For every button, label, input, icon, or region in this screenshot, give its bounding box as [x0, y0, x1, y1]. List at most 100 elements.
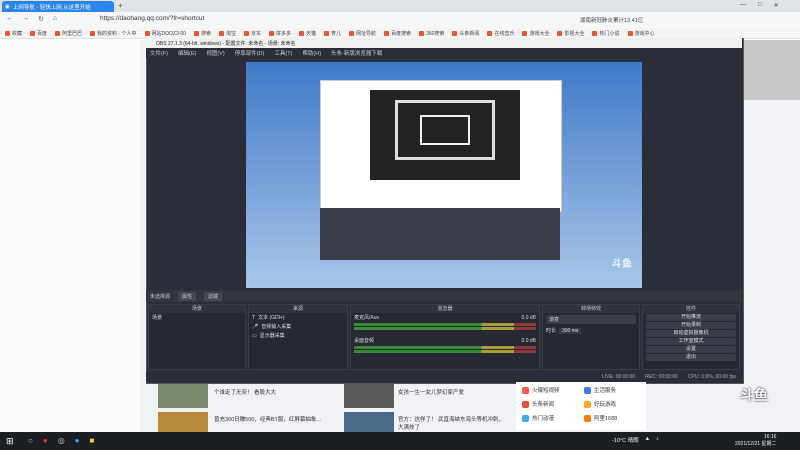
app-icon[interactable]: ● — [75, 436, 80, 445]
properties-button[interactable]: 属性 — [178, 291, 197, 301]
virtual-camera-button[interactable]: 启动虚拟摄像机 — [646, 330, 736, 337]
duration-input[interactable]: 300 ms — [559, 327, 582, 334]
obs-menu-item[interactable]: 文件(F) — [150, 49, 168, 57]
news-headline[interactable]: 个谁走了无奈！ 看股大大 — [214, 388, 334, 396]
filters-button[interactable]: 滤镜 — [204, 291, 223, 301]
obs-menu-item[interactable]: 头条·新版浏览器下载 — [331, 49, 382, 57]
bookmark-item[interactable]: 网址导航 — [349, 30, 376, 37]
bookmark-item[interactable]: 百度搜索 — [384, 30, 411, 37]
system-clock[interactable]: 16:16 2021/12/21 星期二 — [735, 434, 776, 447]
cpu-fps: CPU: 0.9%, 60.00 fps — [687, 373, 736, 380]
obs-menu-item[interactable]: 停靠部件(D) — [235, 49, 265, 57]
scenes-dock: 场景 场景 — [148, 304, 246, 370]
bookmark-item[interactable]: 淘宝 — [218, 30, 236, 37]
settings-button[interactable]: 设置 — [646, 346, 736, 353]
minimize-icon[interactable]: — — [740, 2, 746, 9]
home-icon[interactable]: ⌂ — [53, 15, 57, 23]
bookmark-item[interactable]: 在线音乐 — [487, 30, 514, 37]
news-headline[interactable]: 曾充300日赚500，经典BT服，红屏幕抽象... — [214, 415, 334, 423]
controls-dock-title: 控件 — [643, 305, 739, 313]
scene-item[interactable]: 场景 — [149, 313, 245, 322]
bookmark-item[interactable]: 热门小说 — [592, 30, 620, 37]
service-link[interactable]: 热门动漫 — [522, 414, 554, 422]
service-link[interactable]: 头条新闻 — [522, 400, 554, 408]
service-label: 好玩游戏 — [594, 402, 617, 408]
obs-menu-item[interactable]: 工具(T) — [274, 49, 292, 57]
bookmark-item[interactable]: 搜索 — [193, 30, 211, 37]
bookmark-item[interactable]: 天猫 — [299, 30, 316, 37]
bookmark-item[interactable]: 百度 — [30, 30, 47, 37]
news-thumbnail[interactable] — [344, 384, 394, 408]
bookmark-label: 我的资料 · 个人中 — [97, 30, 137, 37]
bookmark-item[interactable]: 影视大全 — [557, 30, 584, 37]
news-headline[interactable]: 女孩一生一女儿梦幻家产爱 — [398, 388, 508, 396]
tab-favicon-icon: ◉ — [5, 3, 10, 10]
bookmark-item[interactable]: 收藏 — [5, 30, 22, 37]
audio-mixer-dock: 混音器 麦克风/Aux 0.0 dB 桌面音频 0.0 dB — [350, 304, 540, 370]
app-icon[interactable]: ● — [43, 436, 48, 445]
bookmark-item[interactable]: 360搜索 — [419, 30, 444, 37]
bookmark-item[interactable]: 育儿 — [324, 30, 341, 37]
right-ad-image[interactable] — [742, 40, 800, 100]
folder-icon[interactable]: ■ — [90, 436, 95, 445]
exit-button[interactable]: 退出 — [646, 354, 736, 361]
windows-start-icon[interactable]: ⊞ — [6, 436, 14, 447]
service-link[interactable]: 火爆短视频 — [522, 386, 560, 394]
bookmark-item[interactable]: 阿里巴巴 — [55, 30, 82, 37]
service-link[interactable]: 生活服务 — [584, 386, 616, 394]
bookmark-item[interactable]: 网站DOOZ3-00 — [144, 30, 186, 37]
maximize-icon[interactable]: □ — [758, 2, 762, 9]
volume-icon[interactable]: ♪ — [656, 436, 659, 444]
duration-label: 时长 — [546, 328, 557, 334]
news-thumbnail[interactable] — [158, 384, 208, 408]
bookmark-label: 搜索 — [200, 30, 211, 37]
transition-select[interactable]: 渐变 — [546, 315, 636, 324]
bookmark-favicon-icon — [218, 30, 224, 36]
news-thumbnail[interactable] — [158, 412, 208, 432]
search-icon[interactable]: ○ — [28, 436, 33, 445]
new-tab-icon[interactable]: + — [118, 1, 123, 10]
bookmark-favicon-icon — [522, 30, 528, 36]
bookmark-item[interactable]: 头条新闻 — [452, 30, 479, 37]
forward-icon[interactable]: → — [22, 15, 29, 23]
bookmark-favicon-icon — [30, 30, 36, 36]
start-streaming-button[interactable]: 开始推流 — [646, 314, 736, 321]
bookmark-favicon-icon — [627, 30, 633, 36]
url-field[interactable]: https://daohang.qq.com/?fr=shortcut — [100, 15, 204, 22]
bookmark-favicon-icon — [384, 30, 390, 36]
source-label: 音频输入采集 — [261, 324, 292, 330]
obs-menu-item[interactable]: 编辑(E) — [178, 49, 196, 57]
obs-menu-item[interactable]: 视图(V) — [206, 49, 224, 57]
mixer-channel-name: 麦克风/Aux 0.0 dB — [351, 313, 539, 322]
start-recording-button[interactable]: 开始录制 — [646, 322, 736, 329]
weather-status[interactable]: -10°C 晴朗 — [612, 436, 639, 444]
bookmark-favicon-icon — [324, 30, 330, 36]
live-timer: LIVE: 00:00:00 — [602, 373, 636, 380]
back-icon[interactable]: ← — [6, 15, 13, 23]
service-link[interactable]: 阿里1688 — [584, 414, 617, 422]
studio-mode-button[interactable]: 工作室模式 — [646, 338, 736, 345]
browser-icon[interactable]: ◎ — [58, 436, 65, 445]
network-icon[interactable]: ▲ — [645, 436, 650, 444]
bookmark-item[interactable]: 游戏大全 — [522, 30, 549, 37]
bookmark-item[interactable]: 拼多多 — [269, 30, 291, 37]
news-ticker[interactable]: 湖南新冠肺炎累计13.41亿 — [580, 16, 643, 24]
obs-menu-item[interactable]: 帮助(H) — [302, 49, 321, 57]
service-label: 阿里1688 — [594, 416, 618, 422]
source-item[interactable]: 🎤 音频输入采集 — [249, 322, 347, 331]
news-thumbnail[interactable] — [344, 412, 394, 432]
reload-icon[interactable]: ↻ — [38, 15, 44, 23]
service-label: 头条新闻 — [532, 402, 555, 408]
bookmark-label: 百度搜索 — [391, 30, 412, 37]
bookmark-label: 影视大全 — [564, 30, 585, 37]
source-item[interactable]: T 文本 (GDI+) — [249, 313, 347, 322]
news-headline[interactable]: 官方：这样了！ 武直海峡东海头等机冲刺，大满技了 — [398, 415, 508, 431]
bookmark-item[interactable]: 游戏中心 — [627, 30, 655, 37]
service-link[interactable]: 好玩游戏 — [584, 400, 616, 408]
source-item[interactable]: ▭ 显示器采集 — [249, 331, 347, 340]
bookmark-label: 收藏 — [12, 30, 23, 37]
browser-tab-active[interactable]: ◉ 上网导航 - 轻快上网 从这里开始 — [2, 1, 114, 12]
bookmark-item[interactable]: 我的资料 · 个人中 — [90, 30, 137, 37]
bookmark-item[interactable]: 京东 — [243, 30, 261, 37]
close-icon[interactable]: ✕ — [774, 2, 779, 9]
